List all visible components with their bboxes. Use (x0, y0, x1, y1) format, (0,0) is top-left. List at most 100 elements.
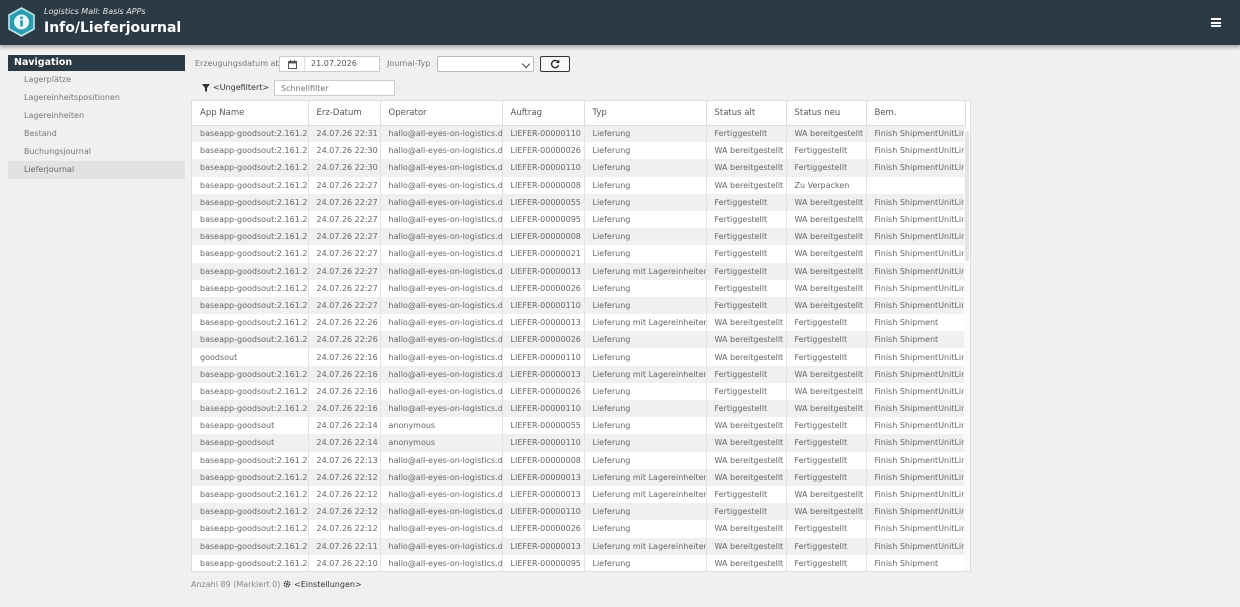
table-cell: Finish Shipment (866, 314, 966, 332)
table-cell: anonymous (380, 434, 503, 452)
nav-item-buchungsjournal[interactable]: Buchungsjournal (8, 143, 185, 161)
table-row[interactable]: baseapp-goodsout:2.161.2 24.07.26 22:26 ha… (192, 314, 966, 332)
table-scrollbar[interactable] (964, 126, 970, 571)
navigation-title: Navigation (8, 55, 185, 71)
nav-item-lagerplätze[interactable]: Lagerplätze (8, 71, 185, 89)
table-cell: hallo@all-eyes-on-logistics.de (380, 485, 503, 504)
gear-icon (283, 580, 291, 588)
table-row[interactable]: baseapp-goodsout:2.161.2 24.07.26 22:27 ha… (192, 176, 966, 194)
table-cell: hallo@all-eyes-on-logistics.de (380, 554, 503, 571)
table-row[interactable]: baseapp-goodsout:2.161.2 24.07.26 22:16 ha… (192, 400, 966, 418)
table-cell: WA bereitgestellt (706, 176, 787, 194)
table-cell: hallo@all-eyes-on-logistics.de (380, 142, 503, 160)
date-value[interactable]: 21.07.2026 (311, 59, 357, 68)
table-cell: LIEFER-00000110 (502, 159, 585, 177)
table-row[interactable]: baseapp-goodsout:2.161.2 24.07.26 22:27 ha… (192, 228, 966, 246)
table-cell: Lieferung (584, 245, 707, 263)
table-row[interactable]: baseapp-goodsout:2.161.2 24.07.26 22:16 ha… (192, 365, 966, 383)
table-cell: baseapp-goodsout:2.161.2 (192, 125, 309, 143)
table-header: App Name Erz-Datum Operator Auftrag Typ Statu… (192, 101, 966, 126)
table-row[interactable]: baseapp-goodsout:2.161.2 24.07.26 22:30 ha… (192, 159, 966, 177)
table-cell: Finish ShipmentUnitLine (866, 520, 966, 538)
table-cell: WA bereitgestellt (786, 400, 867, 418)
nav-item-lieferjournal[interactable]: Lieferjournal (8, 161, 185, 179)
table-cell: Finish ShipmentUnitLine (866, 382, 966, 400)
column-header[interactable]: Auftrag (502, 101, 585, 126)
table-cell: WA bereitgestellt (786, 365, 867, 383)
table-cell: Lieferung (584, 296, 707, 315)
app-header: Logistics Mall: Basis APPs Info/Lieferjo… (0, 0, 1240, 45)
refresh-icon (550, 59, 560, 69)
table-cell: baseapp-goodsout:2.161.2 (192, 159, 309, 177)
column-header[interactable]: Typ (584, 101, 707, 126)
table-row[interactable]: baseapp-goodsout:2.161.2 24.07.26 22:12 ha… (192, 468, 966, 486)
table-cell: WA bereitgestellt (786, 503, 867, 521)
date-field[interactable]: 21.07.2026 (279, 56, 380, 72)
nav-item-bestand[interactable]: Bestand (8, 125, 185, 143)
table-row[interactable]: baseapp-goodsout:2.161.2 24.07.26 22:27 ha… (192, 296, 966, 315)
table-cell: hallo@all-eyes-on-logistics.de (380, 451, 503, 469)
app-name: Logistics Mall: Basis APPs (44, 7, 146, 16)
table-cell: 24.07.26 22:27 (308, 176, 381, 194)
table-cell: hallo@all-eyes-on-logistics.de (380, 125, 503, 143)
table-cell: Lieferung (584, 434, 707, 452)
column-header[interactable]: Status alt (706, 101, 787, 126)
table-cell: 24.07.26 22:30 (308, 142, 381, 160)
column-header[interactable]: Erz-Datum (308, 101, 381, 126)
table-cell: hallo@all-eyes-on-logistics.de (380, 210, 503, 229)
unfiltered-link[interactable]: <Ungefiltert> (213, 83, 269, 92)
table-cell: Fertiggestellt (786, 417, 867, 435)
quick-filter-input[interactable] (274, 80, 395, 96)
nav-item-lagereinheitspositionen[interactable]: Lagereinheitspositionen (8, 89, 185, 107)
table-cell: Finish ShipmentUnitLine (866, 193, 966, 211)
table-row[interactable]: baseapp-goodsout:2.161.2 24.07.26 22:30 ha… (192, 142, 966, 160)
table-row[interactable]: baseapp-goodsout:2.161.2 24.07.26 22:10 ha… (192, 554, 966, 571)
table-row[interactable]: baseapp-goodsout:2.161.2 24.07.26 22:27 ha… (192, 262, 966, 280)
settings-link[interactable]: <Einstellungen> (283, 580, 362, 589)
table-row[interactable]: baseapp-goodsout:2.161.2 24.07.26 22:26 ha… (192, 331, 966, 349)
table-cell: LIEFER-00000008 (502, 176, 585, 194)
table-body: baseapp-goodsout:2.161.2 24.07.26 22:31 ha… (192, 125, 966, 571)
table-cell: LIEFER-00000026 (502, 279, 585, 297)
filter-bar: Erzeugungsdatum ab 21.07.2026 Journal-Ty… (195, 55, 575, 73)
table-cell: Finish ShipmentUnitLine (866, 279, 966, 297)
column-header[interactable]: App Name (192, 101, 309, 126)
table-cell: 24.07.26 22:14 (308, 434, 381, 452)
table-row[interactable]: baseapp-goodsout:2.161.2 24.07.26 22:16 ha… (192, 382, 966, 400)
table-cell (866, 176, 966, 194)
table-cell: 24.07.26 22:11 (308, 537, 381, 555)
journal-type-label: Journal-Typ (387, 59, 431, 68)
table-row[interactable]: baseapp-goodsout:2.161.2 24.07.26 22:13 ha… (192, 451, 966, 469)
table-cell: LIEFER-00000095 (502, 210, 585, 229)
hamburger-menu-icon[interactable] (1211, 18, 1221, 27)
table-row[interactable]: baseapp-goodsout:2.161.2 24.07.26 22:27 ha… (192, 193, 966, 211)
refresh-button[interactable] (540, 56, 570, 72)
table-row[interactable]: baseapp-goodsout 24.07.26 22:14 anonymous L… (192, 417, 966, 435)
table-row[interactable]: baseapp-goodsout:2.161.2 24.07.26 22:12 ha… (192, 520, 966, 538)
table-cell: Lieferung (584, 451, 707, 469)
table-row[interactable]: baseapp-goodsout:2.161.2 24.07.26 22:27 ha… (192, 245, 966, 263)
table-row[interactable]: baseapp-goodsout:2.161.2 24.07.26 22:11 ha… (192, 537, 966, 555)
table-row[interactable]: baseapp-goodsout:2.161.2 24.07.26 22:12 ha… (192, 485, 966, 504)
table-cell: WA bereitgestellt (706, 142, 787, 160)
table-row[interactable]: goodsout 24.07.26 22:16 hallo@all-eyes-on-… (192, 348, 966, 366)
table-row[interactable]: baseapp-goodsout:2.161.2 24.07.26 22:31 ha… (192, 125, 966, 143)
table-cell: baseapp-goodsout:2.161.2 (192, 537, 309, 555)
journal-type-select[interactable] (437, 56, 534, 72)
table-cell: LIEFER-00000110 (502, 296, 585, 315)
table-cell: Lieferung (584, 520, 707, 538)
table-cell: Finish ShipmentUnitLine (866, 228, 966, 246)
calendar-icon[interactable] (288, 60, 297, 69)
table-row[interactable]: baseapp-goodsout:2.161.2 24.07.26 22:27 ha… (192, 210, 966, 229)
table-cell: Finish ShipmentUnitLine (866, 142, 966, 160)
table-row[interactable]: baseapp-goodsout 24.07.26 22:14 anonymous L… (192, 434, 966, 452)
column-header[interactable]: Status neu (786, 101, 867, 126)
table-cell: baseapp-goodsout:2.161.2 (192, 365, 309, 383)
table-row[interactable]: baseapp-goodsout:2.161.2 24.07.26 22:27 ha… (192, 279, 966, 297)
table-cell: hallo@all-eyes-on-logistics.de (380, 365, 503, 383)
table-cell: 24.07.26 22:26 (308, 331, 381, 349)
nav-item-lagereinheiten[interactable]: Lagereinheiten (8, 107, 185, 125)
table-row[interactable]: baseapp-goodsout:2.161.2 24.07.26 22:12 ha… (192, 503, 966, 521)
column-header[interactable]: Bem. (866, 101, 966, 126)
column-header[interactable]: Operator (380, 101, 503, 126)
